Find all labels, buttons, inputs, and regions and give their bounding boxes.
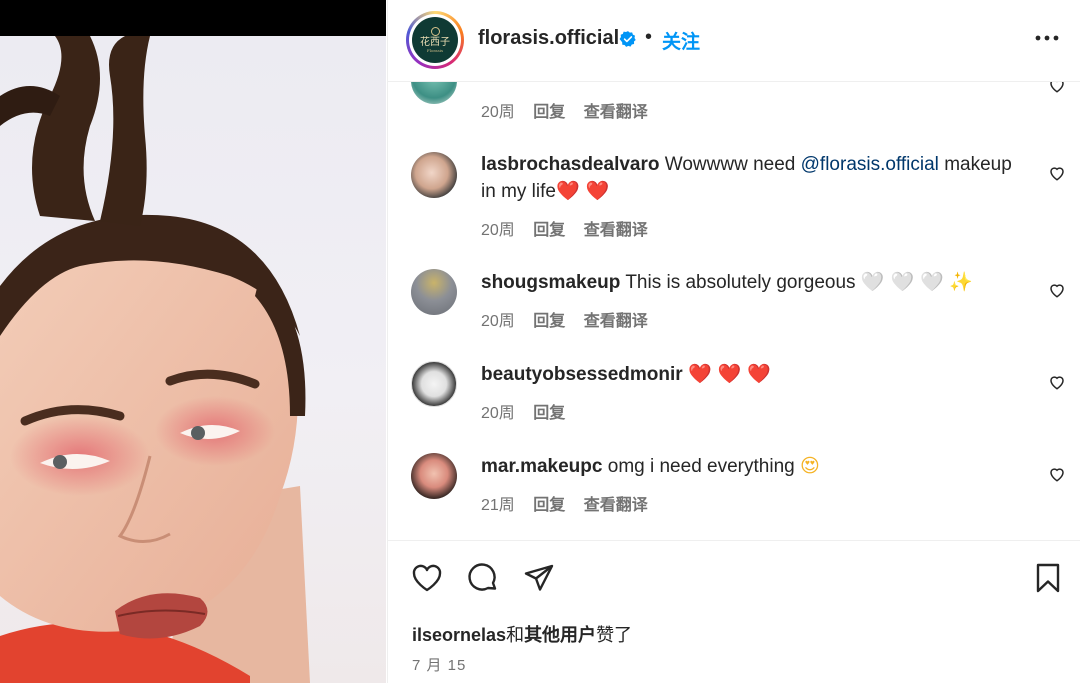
heart-icon[interactable] [410,561,444,595]
comment-username[interactable]: mar.makeupc [481,456,602,477]
comment-text: beautyobsessedmonir ❤️ ❤️ ❤️ [481,361,1029,388]
post-date[interactable]: 7 月 15 [412,654,466,675]
separator-dot: • [645,26,653,48]
reply-button[interactable]: 回复 [533,405,565,422]
liker-username[interactable]: ilseornelas [412,625,506,645]
comment-body: This is absolutely gorgeous [625,272,856,293]
heart-emoji: ❤️ ❤️ [555,180,610,202]
commenter-avatar[interactable] [411,269,457,315]
comment-body: Wowwww need [664,154,796,175]
logo-mark-icon [430,27,440,36]
post-actions-footer: ilseornelas和其他用户赞了 7 月 15 [388,540,1080,683]
commenter-avatar[interactable] [411,453,457,499]
logo-subtext: Florasis [426,48,444,53]
comment-text: shougsmakeup This is absolutely gorgeous… [481,269,1029,296]
heart-eyes-emoji: 😍 [799,455,820,477]
heart-emoji: ❤️ ❤️ ❤️ [687,363,772,385]
translate-button[interactable]: 查看翻译 [584,497,648,514]
like-comment-icon[interactable] [1048,465,1066,483]
comment-text: lasbrochasdealvaro Wowwww need @florasis… [481,152,1029,205]
comment-time: 20周 [481,104,515,121]
post-media [0,0,386,683]
brand-logo: 花西子 Florasis [412,17,458,63]
logo-text: 花西子 [420,37,450,48]
comment-username[interactable]: beautyobsessedmonir [481,364,683,385]
verified-icon [619,31,636,47]
post-photo[interactable] [0,36,386,683]
comment-meta: 21周 回复 查看翻译 [481,491,662,515]
commenter-avatar[interactable] [411,82,457,104]
post-detail-panel: 花西子 Florasis florasis.official • 关注 20周 [387,0,1080,683]
reply-button[interactable]: 回复 [533,104,565,121]
white-heart-emoji: 🤍 🤍 🤍 [860,271,944,293]
like-comment-icon[interactable] [1048,373,1066,391]
comment-username[interactable]: lasbrochasdealvaro [481,154,659,175]
follow-button[interactable]: 关注 [662,27,700,54]
bookmark-icon[interactable] [1031,561,1065,595]
more-icon[interactable] [1033,28,1061,48]
mention-link[interactable]: @florasis.official [801,154,939,175]
post-username[interactable]: florasis.official [478,27,619,50]
reply-button[interactable]: 回复 [533,313,565,330]
comment-meta: 20周 回复 查看翻译 [481,98,662,122]
other-likers-link[interactable]: 其他用户 [524,625,596,645]
comment-icon[interactable] [466,561,500,595]
comment-time: 20周 [481,222,515,239]
commenter-avatar[interactable] [411,361,457,407]
translate-button[interactable]: 查看翻译 [584,313,648,330]
like-comment-icon[interactable] [1048,281,1066,299]
comments-list[interactable]: 20周 回复 查看翻译 lasbrochasdealvaro Wowwww ne… [388,82,1080,540]
commenter-avatar[interactable] [411,152,457,198]
comment-meta: 20周 回复 查看翻译 [481,307,662,331]
comment-body: omg i need everything [607,456,795,477]
comment-time: 20周 [481,405,515,422]
like-comment-icon[interactable] [1048,164,1066,182]
like-comment-icon[interactable] [1048,82,1066,94]
reply-button[interactable]: 回复 [533,497,565,514]
share-icon[interactable] [522,561,556,595]
likes-summary: ilseornelas和其他用户赞了 [412,621,632,647]
translate-button[interactable]: 查看翻译 [584,104,648,121]
comment-username[interactable]: shougsmakeup [481,272,620,293]
sparkle-emoji: ✨ [949,271,973,293]
post-header: 花西子 Florasis florasis.official • 关注 [388,0,1080,82]
comment-time: 20周 [481,313,515,330]
profile-avatar[interactable]: 花西子 Florasis [406,11,464,69]
comment-text: mar.makeupc omg i need everything 😍 [481,453,1029,480]
translate-button[interactable]: 查看翻译 [584,222,648,239]
comment-meta: 20周 回复 查看翻译 [481,216,662,240]
comment-meta: 20周 回复 [481,399,579,423]
reply-button[interactable]: 回复 [533,222,565,239]
comment-time: 21周 [481,497,515,514]
likes-suffix: 赞了 [596,625,633,645]
likes-conjunction: 和 [506,625,525,645]
